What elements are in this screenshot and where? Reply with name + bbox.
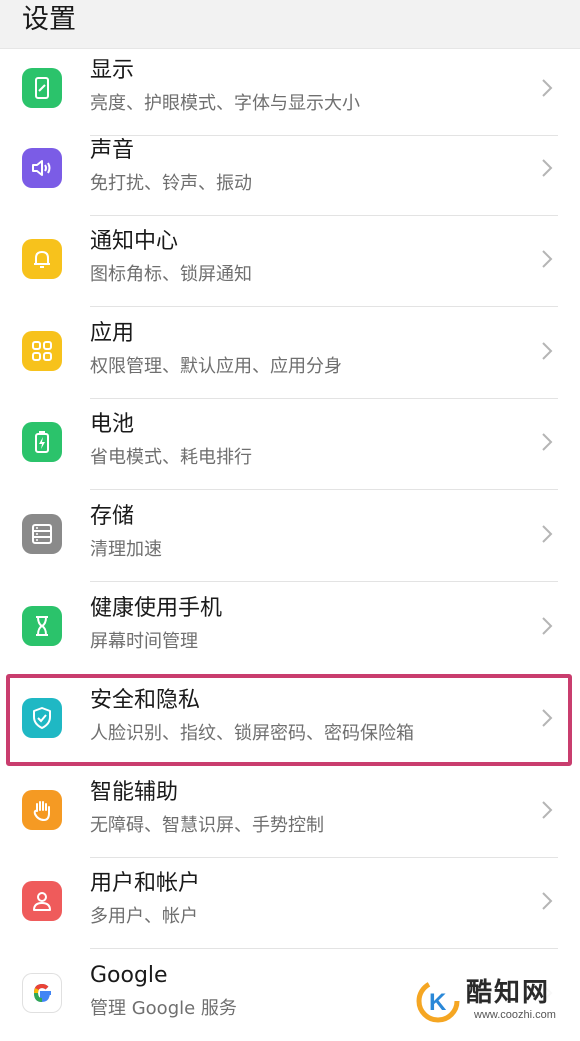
battery-icon [22, 422, 62, 462]
user-icon [22, 881, 62, 921]
chevron-right-icon [542, 617, 553, 635]
settings-item-subtitle: 人脸识别、指纹、锁屏密码、密码保险箱 [90, 723, 414, 744]
google-icon [22, 973, 62, 1013]
chevron-right-icon [542, 709, 553, 727]
settings-item-title: 通知中心 [90, 229, 179, 254]
settings-item-apps[interactable]: 应用权限管理、默认应用、应用分身 [0, 307, 580, 399]
watermark: K 酷知网 www.coozhi.com [412, 973, 574, 1031]
settings-item-display[interactable]: 显示亮度、护眼模式、字体与显示大小 [0, 44, 580, 136]
page-title: 设置 [22, 4, 76, 35]
settings-item-title: 电池 [90, 412, 135, 437]
coozhi-logo-icon: K [416, 979, 460, 1023]
display-icon [22, 68, 62, 108]
chevron-right-icon [542, 525, 553, 543]
settings-item-subtitle: 省电模式、耗电排行 [90, 447, 252, 468]
settings-item-title: 显示 [90, 58, 135, 83]
settings-item-battery[interactable]: 电池省电模式、耗电排行 [0, 398, 580, 490]
svg-text:K: K [429, 989, 447, 1016]
settings-item-subtitle: 清理加速 [90, 539, 162, 560]
settings-item-title: 应用 [90, 321, 135, 346]
settings-item-subtitle: 免打扰、铃声、振动 [90, 173, 252, 194]
settings-item-title: 健康使用手机 [90, 596, 223, 621]
settings-item-users-accounts[interactable]: 用户和帐户多用户、帐户 [0, 857, 580, 949]
apps-grid-icon [22, 331, 62, 371]
settings-item-title: 存储 [90, 504, 135, 529]
settings-item-title: Google [90, 963, 168, 988]
settings-item-smart-assistance[interactable]: 智能辅助无障碍、智慧识屏、手势控制 [0, 766, 580, 858]
chevron-right-icon [542, 79, 553, 97]
header: 设置 [0, 0, 580, 49]
settings-item-title: 用户和帐户 [90, 871, 201, 896]
chevron-right-icon [542, 342, 553, 360]
settings-item-subtitle: 无障碍、智慧识屏、手势控制 [90, 815, 324, 836]
watermark-name: 酷知网 [466, 978, 551, 1008]
settings-item-security-privacy[interactable]: 安全和隐私人脸识别、指纹、锁屏密码、密码保险箱 [0, 674, 580, 766]
chevron-right-icon [542, 159, 553, 177]
speaker-icon [22, 148, 62, 188]
settings-item-sound[interactable]: 声音免打扰、铃声、振动 [0, 124, 580, 216]
settings-item-title: 声音 [90, 138, 135, 163]
settings-item-title: 安全和隐私 [90, 688, 201, 713]
settings-item-subtitle: 权限管理、默认应用、应用分身 [90, 356, 342, 377]
hourglass-icon [22, 606, 62, 646]
settings-item-storage[interactable]: 存储 清理加速 [0, 490, 580, 582]
bell-icon [22, 239, 62, 279]
storage-icon [22, 514, 62, 554]
chevron-right-icon [542, 433, 553, 451]
shield-icon [22, 698, 62, 738]
settings-item-subtitle: 管理 Google 服务 [90, 998, 237, 1019]
chevron-right-icon [542, 892, 553, 910]
settings-item-digital-wellbeing[interactable]: 健康使用手机屏幕时间管理 [0, 582, 580, 674]
settings-item-subtitle: 屏幕时间管理 [90, 631, 198, 652]
settings-item-notification-center[interactable]: 通知中心图标角标、锁屏通知 [0, 215, 580, 307]
chevron-right-icon [542, 250, 553, 268]
settings-item-subtitle: 亮度、护眼模式、字体与显示大小 [90, 93, 360, 114]
watermark-url: www.coozhi.com [474, 1009, 556, 1021]
settings-item-subtitle: 图标角标、锁屏通知 [90, 264, 252, 285]
hand-icon [22, 790, 62, 830]
chevron-right-icon [542, 801, 553, 819]
settings-item-title: 智能辅助 [90, 780, 179, 805]
settings-item-subtitle: 多用户、帐户 [90, 906, 198, 927]
